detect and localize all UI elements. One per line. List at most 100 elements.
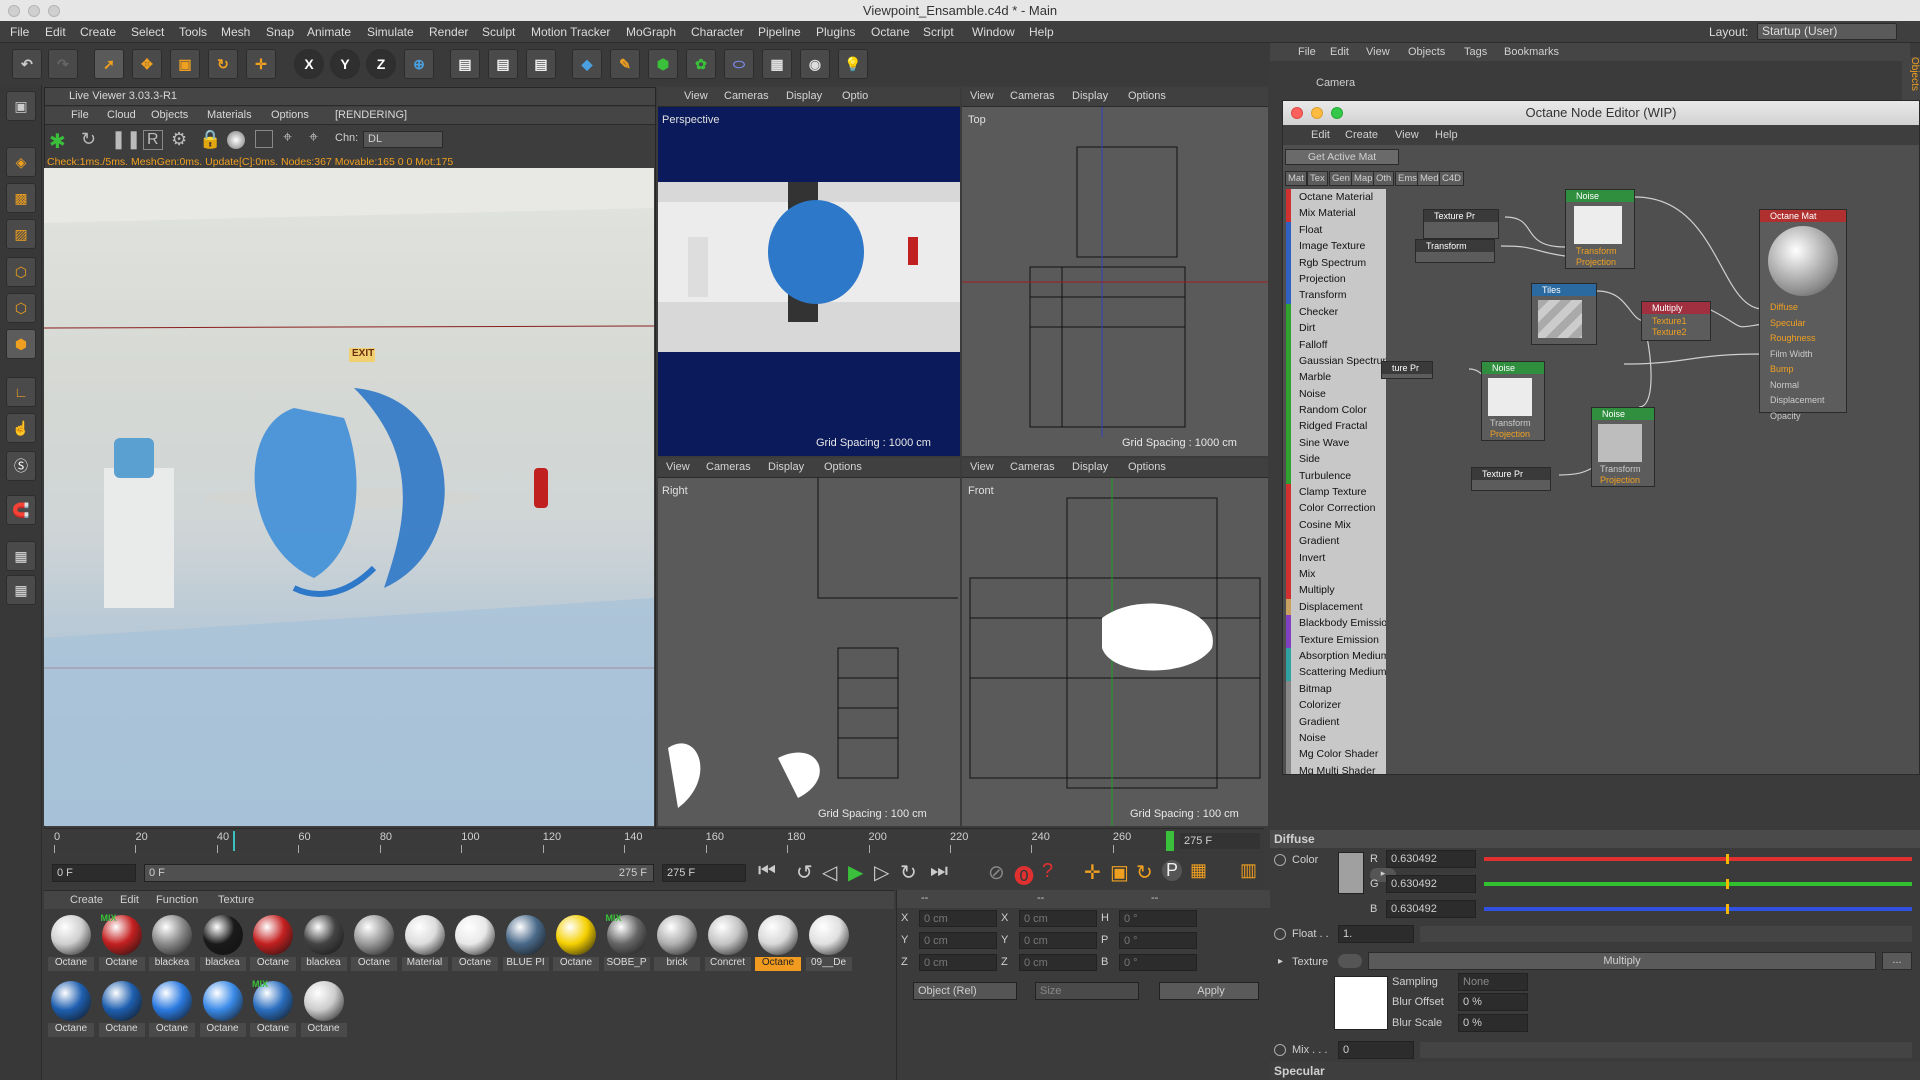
key-parameter-icon[interactable]: P [1162,860,1183,881]
x-axis-lock-icon[interactable]: X [294,49,324,79]
material-thumbnail[interactable]: blackea [300,913,347,975]
ne-minimize-button[interactable] [1311,107,1323,119]
node-list-item[interactable]: Mix [1286,565,1386,583]
node-list-item[interactable]: Random Color [1286,402,1386,419]
menu-render[interactable]: Render [429,25,468,39]
node-noise-3[interactable]: Noise Transform Projection [1591,407,1655,487]
material-thumbnail[interactable]: Octane [48,913,94,975]
current-frame-field[interactable]: 0 F [52,864,136,882]
deformer-icon[interactable]: ⬭ [724,49,754,79]
node-tab-map[interactable]: Map [1351,171,1376,186]
octane-material-port[interactable]: Opacity [1770,411,1801,421]
pick-material-icon[interactable]: ⌖ [309,129,318,147]
vp-menu-display[interactable]: Display [1072,90,1108,102]
coords-value-field[interactable]: 0 cm [919,932,997,949]
material-thumbnail[interactable]: MIX Octane [98,913,145,975]
material-thumbnail[interactable]: Octane [351,913,397,975]
material-thumbnail[interactable]: Concret [704,913,751,975]
node-list-item[interactable]: Projection [1286,270,1386,288]
viewport-top[interactable]: View Cameras Display Options Top Grid Sp… [962,87,1268,456]
record-active-objects-icon[interactable]: ⓿ [1014,860,1034,889]
node-list-item[interactable]: Marble [1286,369,1386,386]
mm-menu-edit[interactable]: Edit [120,894,139,906]
grid-lock-icon[interactable]: ▦ [6,541,36,571]
node-list-item[interactable]: Gaussian Spectrum [1286,352,1386,370]
vp-menu-options[interactable]: Optio [842,90,868,102]
node-texture-projection-1[interactable]: Texture Pr [1423,209,1499,239]
vp-menu-display[interactable]: Display [1072,461,1108,473]
camera-icon[interactable]: ◉ [800,49,830,79]
mm-menu-texture[interactable]: Texture [218,894,254,906]
region-render-icon[interactable]: R [143,130,163,150]
material-thumbnail[interactable]: Octane [452,913,498,975]
node-texture-projection-3[interactable]: Texture Pr [1471,467,1551,491]
menu-mograph[interactable]: MoGraph [626,25,676,39]
node-list-item[interactable]: Transform [1286,287,1386,304]
y-axis-lock-icon[interactable]: Y [330,49,360,79]
node-tab-c4d[interactable]: C4D [1439,171,1465,186]
material-thumbnail[interactable]: BLUE PI [502,913,549,975]
autokeying-icon[interactable]: ? [1042,860,1053,883]
node-tab-mat[interactable]: Mat [1285,171,1307,186]
render-view-icon[interactable]: ▤ [450,49,480,79]
send-scene-icon[interactable]: ✱ [49,129,66,154]
previous-key-icon[interactable]: ↺ [796,860,813,885]
key-rotation-icon[interactable]: ↻ [1136,860,1153,885]
viewport-right[interactable]: View Cameras Display Options Right Grid … [658,458,960,826]
lv-menu-objects[interactable]: Objects [151,109,188,121]
model-mode-icon[interactable]: ◈ [6,147,36,177]
node-list-item[interactable]: Cosine Mix [1286,516,1386,534]
vp-menu-cameras[interactable]: Cameras [1010,90,1055,102]
node-list-item[interactable]: Checker [1286,303,1386,321]
keyframe-selection-icon[interactable]: ⊘ [988,860,1005,885]
om-menu-bookmarks[interactable]: Bookmarks [1504,46,1559,58]
ne-menu-view[interactable]: View [1395,129,1419,141]
light-icon[interactable]: 💡 [838,49,868,79]
b-slider-thumb[interactable] [1726,904,1729,914]
menu-edit[interactable]: Edit [45,25,66,39]
node-texture-projection-2[interactable]: ture Pr [1381,361,1433,379]
noise-1-port-transform[interactable]: Transform [1576,246,1617,256]
node-list-item[interactable]: Noise [1286,385,1386,403]
node-list-item[interactable]: Sine Wave [1286,434,1386,452]
coords-value-field[interactable]: 0 cm [919,910,997,927]
lv-menu-cloud[interactable]: Cloud [107,109,136,121]
menu-select[interactable]: Select [131,25,164,39]
node-list-item[interactable]: Gradient [1286,533,1386,550]
workplane-icon[interactable]: ▨ [6,219,36,249]
node-list-item[interactable]: Float [1286,221,1386,239]
key-position-icon[interactable]: ✛ [1084,860,1101,885]
g-field[interactable]: 0.630492 [1386,875,1476,893]
go-to-start-icon[interactable]: ⏮ [758,860,776,883]
menu-mesh[interactable]: Mesh [221,25,250,39]
live-viewer-render[interactable]: EXIT [44,168,654,826]
tweak-mode-icon[interactable]: ☝ [6,413,36,443]
specular-section-header[interactable]: Specular [1270,1062,1920,1080]
coords-mode-dropdown[interactable]: Object (Rel) [913,982,1017,1000]
go-to-end-icon[interactable]: ⏭ [930,860,948,883]
node-list-item[interactable]: Scattering Medium [1286,664,1386,681]
restart-render-icon[interactable]: ↻ [81,129,96,150]
noise-3-port-transform[interactable]: Transform [1600,464,1641,474]
node-octane-material[interactable]: Octane Mat Diffuse Specular Roughness Film … [1759,209,1847,421]
material-thumbnail[interactable]: Octane [250,913,296,975]
material-thumbnail[interactable]: brick [654,913,700,975]
node-list-item[interactable]: Rgb Spectrum [1286,254,1386,271]
node-list-item[interactable]: Blackbody Emission [1286,615,1386,632]
node-list-item[interactable]: Dirt [1286,320,1386,337]
node-list-item[interactable]: Image Texture [1286,238,1386,255]
octane-material-port[interactable]: Bump [1770,364,1794,374]
node-list-item[interactable]: Bitmap [1286,680,1386,698]
octane-material-port[interactable]: Roughness [1770,333,1816,343]
settings-gear-icon[interactable]: ⚙ [171,129,187,150]
node-tab-gen[interactable]: Gen [1329,171,1353,186]
timeline-end-marker[interactable] [1166,831,1174,851]
mix-animate-radio[interactable] [1274,1044,1286,1056]
cube-primitive-icon[interactable]: ◆ [572,49,602,79]
node-tab-tex[interactable]: Tex [1307,171,1328,186]
menu-octane[interactable]: Octane [871,25,910,39]
coords-size-dropdown[interactable]: Size [1035,982,1139,1000]
coords-value-field[interactable]: 0 cm [919,954,997,971]
move-icon[interactable]: ✥ [132,49,162,79]
node-list-item[interactable]: Texture Emission [1286,631,1386,648]
